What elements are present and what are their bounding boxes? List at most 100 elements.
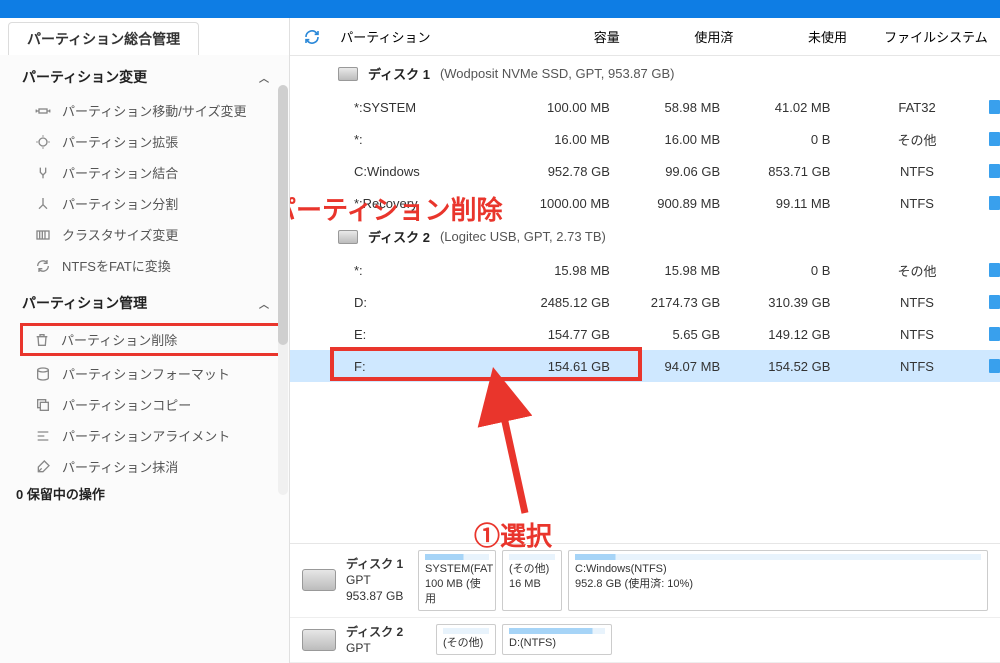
cell-unused: 99.11 MB [745, 196, 855, 211]
partition-row[interactable]: *: 15.98 MB 15.98 MB 0 B その他 [290, 254, 1000, 286]
partition-row[interactable]: F: 154.61 GB 94.07 MB 154.52 GB NTFS [290, 350, 1000, 382]
section-header-manage[interactable]: パーティション管理 ︿ [0, 281, 289, 321]
sidebar-scrollbar[interactable] [278, 85, 288, 495]
cell-size: 2485.12 GB [525, 295, 635, 310]
cell-size: 16.00 MB [525, 132, 635, 147]
color-flag [989, 100, 1000, 114]
cell-name: F: [334, 359, 525, 374]
merge-icon [34, 164, 52, 182]
map-segment[interactable]: (その他) [436, 624, 496, 655]
tab-partition-mgr[interactable]: パーティション総合管理 [8, 22, 199, 55]
refresh-icon[interactable] [290, 29, 334, 45]
cell-used: 15.98 MB [635, 263, 745, 278]
sidebar-item-merge[interactable]: パーティション結合 [0, 157, 289, 188]
arrow-icon [490, 398, 550, 518]
cluster-size-icon [34, 226, 52, 244]
disk-icon [302, 569, 336, 591]
disk-desc: (Logitec USB, GPT, 2.73 TB) [440, 229, 606, 244]
split-icon [34, 195, 52, 213]
cell-unused: 154.52 GB [745, 359, 855, 374]
cell-unused: 41.02 MB [745, 100, 855, 115]
disk-desc: (Wodposit NVMe SSD, GPT, 953.87 GB) [440, 66, 675, 81]
cell-unused: 149.12 GB [745, 327, 855, 342]
disk-map[interactable]: ディスク 1GPT953.87 GB SYSTEM(FAT100 MB (使用 … [290, 544, 1000, 618]
cell-used: 900.89 MB [635, 196, 745, 211]
disk-map[interactable]: ディスク 2GPT (その他) D:(NTFS) [290, 618, 1000, 663]
cell-used: 99.06 GB [635, 164, 745, 179]
cell-size: 952.78 GB [525, 164, 635, 179]
cell-used: 2174.73 GB [635, 295, 745, 310]
col-filesystem[interactable]: ファイルシステム [872, 27, 1000, 46]
cell-fs: FAT32 [855, 100, 978, 115]
sidebar-item-format[interactable]: パーティションフォーマット [0, 358, 289, 389]
sidebar-item-label: パーティションコピー [62, 395, 191, 414]
disk-header[interactable]: ディスク 1 (Wodposit NVMe SSD, GPT, 953.87 G… [290, 56, 1000, 91]
map-segment[interactable]: SYSTEM(FAT100 MB (使用 [418, 550, 496, 611]
sidebar-item-ntfs-to-fat[interactable]: NTFSをFATに変換 [0, 250, 289, 281]
cell-name: *: [334, 263, 525, 278]
cell-unused: 0 B [745, 263, 855, 278]
sidebar-item-label: パーティション削除 [61, 330, 177, 349]
partition-row[interactable]: *:SYSTEM 100.00 MB 58.98 MB 41.02 MB FAT… [290, 91, 1000, 123]
color-flag [989, 359, 1000, 373]
disk-map-meta: ディスク 1GPT953.87 GB [346, 556, 408, 605]
partition-row[interactable]: *: 16.00 MB 16.00 MB 0 B その他 [290, 123, 1000, 155]
cell-size: 100.00 MB [525, 100, 635, 115]
partition-row[interactable]: E: 154.77 GB 5.65 GB 149.12 GB NTFS [290, 318, 1000, 350]
column-header: パーティション 容量 使用済 未使用 ファイルシステム [290, 18, 1000, 56]
cell-used: 5.65 GB [635, 327, 745, 342]
format-icon [34, 365, 52, 383]
cell-name: C:Windows [334, 164, 525, 179]
cell-used: 16.00 MB [635, 132, 745, 147]
sidebar-item-move-resize[interactable]: パーティション移動/サイズ変更 [0, 95, 289, 126]
sidebar-item-label: NTFSをFATに変換 [62, 256, 171, 275]
sidebar-item-cluster-size[interactable]: クラスタサイズ変更 [0, 219, 289, 250]
cell-name: *: [334, 132, 525, 147]
col-used[interactable]: 使用済 [645, 27, 759, 46]
sidebar-item-copy[interactable]: パーティションコピー [0, 389, 289, 420]
partition-row[interactable]: D: 2485.12 GB 2174.73 GB 310.39 GB NTFS [290, 286, 1000, 318]
section-header-change[interactable]: パーティション変更 ︿ [0, 55, 289, 95]
cell-unused: 310.39 GB [745, 295, 855, 310]
sidebar-item-split[interactable]: パーティション分割 [0, 188, 289, 219]
align-icon [34, 427, 52, 445]
sidebar-item-extend[interactable]: パーティション拡張 [0, 126, 289, 157]
sidebar-item-label: パーティション結合 [62, 163, 178, 182]
sidebar-item-label: クラスタサイズ変更 [62, 225, 178, 244]
cell-size: 154.61 GB [525, 359, 635, 374]
disk-title: ディスク 1 [368, 64, 430, 83]
cell-fs: NTFS [855, 295, 978, 310]
cell-fs: NTFS [855, 359, 978, 374]
map-segment[interactable]: (その他)16 MB [502, 550, 562, 611]
cell-name: *:SYSTEM [334, 100, 525, 115]
wipe-icon [34, 458, 52, 476]
col-unused[interactable]: 未使用 [758, 27, 872, 46]
color-flag [989, 327, 1000, 341]
col-partition[interactable]: パーティション [334, 27, 531, 46]
map-segment[interactable]: D:(NTFS) [502, 624, 612, 655]
partition-row[interactable]: *:Recovery 1000.00 MB 900.89 MB 99.11 MB… [290, 187, 1000, 219]
cell-name: D: [334, 295, 525, 310]
disk-header[interactable]: ディスク 2 (Logitec USB, GPT, 2.73 TB) [290, 219, 1000, 254]
sidebar-item-label: パーティション拡張 [62, 132, 178, 151]
cell-size: 1000.00 MB [525, 196, 635, 211]
disk-map-meta: ディスク 2GPT [346, 624, 426, 656]
col-size[interactable]: 容量 [531, 27, 645, 46]
cell-fs: NTFS [855, 196, 978, 211]
cell-name: E: [334, 327, 525, 342]
partition-row[interactable]: C:Windows 952.78 GB 99.06 GB 853.71 GB N… [290, 155, 1000, 187]
color-flag [989, 164, 1000, 178]
cell-used: 58.98 MB [635, 100, 745, 115]
sidebar-item-delete[interactable]: パーティション削除 [20, 323, 283, 356]
color-flag [989, 132, 1000, 146]
sidebar-item-align[interactable]: パーティションアライメント [0, 420, 289, 451]
cell-size: 15.98 MB [525, 263, 635, 278]
map-segment[interactable]: C:Windows(NTFS)952.8 GB (使用済: 10%) [568, 550, 988, 611]
disk-icon [338, 67, 358, 81]
chevron-up-icon: ︿ [259, 70, 269, 85]
sidebar: パーティション総合管理 パーティション変更 ︿ パーティション移動/サイズ変更パ… [0, 18, 290, 663]
sidebar-item-wipe[interactable]: パーティション抹消 [0, 451, 289, 482]
cell-unused: 0 B [745, 132, 855, 147]
cell-fs: その他 [855, 261, 978, 280]
sidebar-item-label: パーティション抹消 [62, 457, 178, 476]
